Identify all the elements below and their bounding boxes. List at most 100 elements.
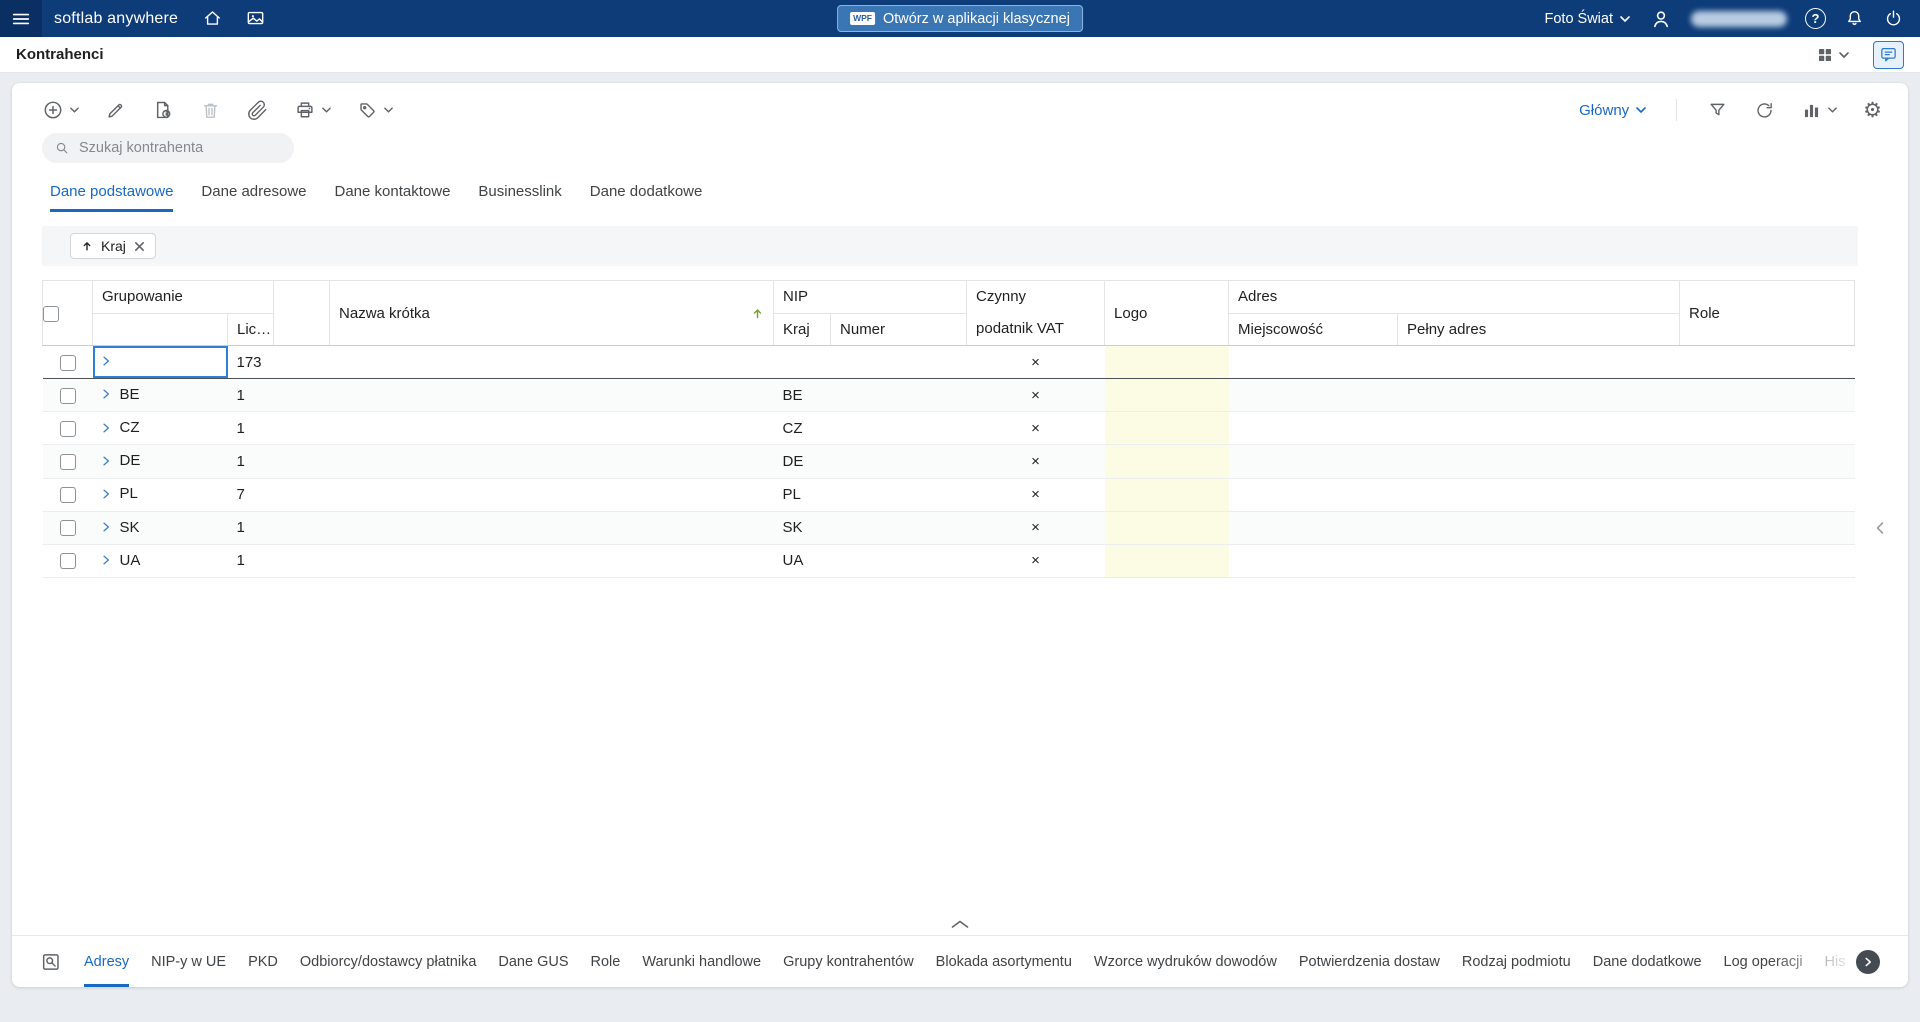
search-input[interactable] [79,140,282,156]
cell[interactable] [1397,411,1680,446]
tab-dane-dodatkowe[interactable]: Dane dodatkowe [590,183,703,212]
bottom-tab-role[interactable]: Role [591,936,621,987]
nip-kraj-cell[interactable]: PL [773,478,831,512]
cell[interactable] [830,411,967,446]
group-cell-focused[interactable] [92,345,228,380]
cell[interactable] [273,478,330,512]
logo-cell[interactable] [1104,511,1229,545]
group-cell[interactable]: CZ [92,411,228,446]
cell[interactable] [1679,345,1855,380]
vat-cell[interactable]: × [966,478,1105,512]
expand-toggle[interactable]: PL [102,485,138,502]
bottom-tab-warunki-handlowe[interactable]: Warunki handlowe [642,936,761,987]
attach-button[interactable] [247,100,268,121]
col-header-empty[interactable] [273,280,331,346]
row-checkbox[interactable] [59,520,76,537]
expand-toggle[interactable]: SK [102,519,140,536]
cell[interactable] [329,511,774,545]
cell[interactable] [1228,444,1398,479]
vat-cell[interactable]: × [966,444,1105,479]
count-cell[interactable]: 7 [227,478,274,512]
count-cell[interactable]: 1 [227,444,274,479]
notifications-button[interactable] [1844,8,1865,29]
filter-button[interactable] [1707,100,1728,121]
cell[interactable] [1397,478,1680,512]
logo-cell[interactable] [1104,478,1229,512]
count-cell[interactable]: 1 [227,411,274,446]
nip-kraj-cell[interactable]: SK [773,511,831,545]
group-cell[interactable]: PL [92,478,228,512]
bottom-tab-adresy[interactable]: Adresy [84,936,130,987]
tag-button[interactable] [357,100,393,121]
col-band-adres[interactable]: Adres [1228,280,1681,314]
vat-cell[interactable]: × [966,411,1105,446]
col-header-logo[interactable]: Logo [1104,280,1230,346]
settings-button[interactable]: ⚙ [1863,100,1882,121]
remove-group-button[interactable] [134,241,145,252]
bottom-tab-log-operacji[interactable]: Log operacji [1724,936,1803,987]
col-band-grupowanie[interactable]: Grupowanie [92,280,275,314]
col-header-group-value[interactable] [92,313,228,346]
col-band-nip[interactable]: NIP [773,280,968,314]
cell[interactable] [1679,544,1855,579]
table-row-sk[interactable]: SK 1 SK × [42,511,1855,545]
document-info-button[interactable] [152,99,174,121]
tab-businesslink[interactable]: Businesslink [478,183,561,212]
vat-cell[interactable]: × [966,345,1105,380]
bottom-tab-dane-dodatkowe[interactable]: Dane dodatkowe [1593,936,1702,987]
cell[interactable] [273,378,330,413]
collapse-right-panel-button[interactable] [1875,521,1884,535]
cell[interactable] [830,444,967,479]
count-cell[interactable]: 1 [227,544,274,579]
bottom-tab-dane-gus[interactable]: Dane GUS [498,936,568,987]
company-selector[interactable]: Foto Świat [1545,11,1631,27]
bottom-tab-pkd[interactable]: PKD [248,936,278,987]
col-header-numer[interactable]: Numer [830,313,968,346]
cell[interactable] [1679,378,1855,413]
cell[interactable] [273,411,330,446]
table-row-cz[interactable]: CZ 1 CZ × [42,411,1855,446]
print-button[interactable] [294,99,331,121]
home-button[interactable] [202,8,223,29]
cell[interactable] [273,511,330,545]
expand-toggle[interactable] [102,355,120,367]
hamburger-menu-button[interactable] [0,0,42,37]
col-header-czynny-podatnik-vat[interactable]: Czynny podatnik VAT [966,280,1106,346]
cell[interactable] [1228,478,1398,512]
cell[interactable] [830,478,967,512]
next-tabs-button[interactable] [1856,949,1880,974]
bottom-tab-historia[interactable]: His [1825,936,1846,987]
cell[interactable] [830,378,967,413]
cell[interactable] [1397,544,1680,579]
col-header-role[interactable]: Role [1679,280,1856,346]
logo-cell[interactable] [1104,345,1229,380]
cell[interactable] [1228,345,1398,380]
nip-kraj-cell[interactable]: UA [773,544,831,579]
bottom-tab-wzorce-wydrukow-dowodow[interactable]: Wzorce wydruków dowodów [1094,936,1277,987]
vat-cell[interactable]: × [966,544,1105,579]
vat-cell[interactable]: × [966,378,1105,413]
table-row-total[interactable]: 173 × [42,345,1855,380]
group-cell[interactable]: SK [92,511,228,545]
group-chip-kraj[interactable]: Kraj [70,233,156,259]
bottom-tab-blokada-asortymentu[interactable]: Blokada asortymentu [936,936,1072,987]
bottom-tab-odbiorcy-dostawcy-platnika[interactable]: Odbiorcy/dostawcy płatnika [300,936,477,987]
chart-button[interactable] [1801,100,1837,121]
cell[interactable] [329,378,774,413]
count-cell[interactable]: 173 [227,345,274,380]
nip-kraj-cell[interactable]: CZ [773,411,831,446]
cell[interactable] [1679,511,1855,545]
refresh-button[interactable] [1754,100,1775,121]
collapse-bottom-panel-button[interactable] [950,919,970,929]
expand-toggle[interactable]: CZ [102,419,140,436]
edit-button[interactable] [105,100,126,121]
table-row-ua[interactable]: UA 1 UA × [42,544,1855,579]
col-header-pelny-adres[interactable]: Pełny adres [1397,313,1681,346]
logo-cell[interactable] [1104,411,1229,446]
row-checkbox[interactable] [59,420,76,437]
cell[interactable] [1397,378,1680,413]
cell[interactable] [329,478,774,512]
row-checkbox[interactable] [59,487,76,504]
cell[interactable] [329,444,774,479]
expand-toggle[interactable]: DE [102,452,140,469]
